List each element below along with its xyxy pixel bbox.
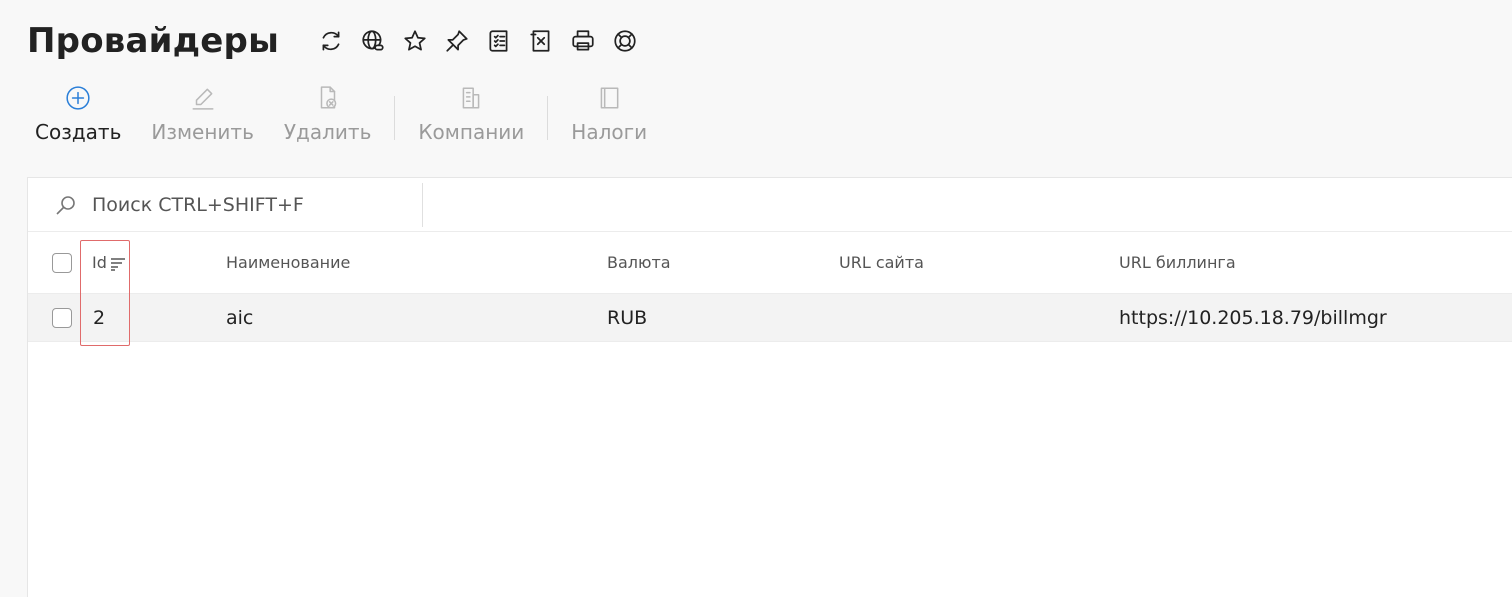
column-header-billing-url[interactable]: URL биллинга — [1119, 232, 1236, 293]
search-input[interactable] — [90, 192, 394, 217]
row-checkbox[interactable] — [52, 307, 72, 328]
list-panel: Id Наименование Валюта URL сайта URL бил… — [27, 177, 1512, 597]
building-icon — [457, 84, 485, 112]
cell-id: 2 — [93, 306, 106, 329]
delete-file-icon — [314, 84, 342, 112]
book-icon — [595, 84, 623, 112]
create-button[interactable]: Создать — [20, 84, 136, 144]
taxes-button[interactable]: Налоги — [556, 84, 662, 144]
taxes-button-label: Налоги — [571, 120, 648, 144]
table-row[interactable]: 2 aic RUB https://10.205.18.79/billmgr — [28, 294, 1512, 342]
select-all-checkbox[interactable] — [52, 252, 72, 273]
cell-name: aic — [226, 306, 254, 329]
table-header: Id Наименование Валюта URL сайта URL бил… — [28, 232, 1512, 294]
column-header-id[interactable]: Id — [92, 232, 127, 293]
star-icon[interactable] — [399, 25, 431, 57]
search-bar — [28, 178, 1512, 232]
pencil-icon — [189, 84, 217, 112]
globe-link-icon[interactable] — [357, 25, 389, 57]
cell-billing-url: https://10.205.18.79/billmgr — [1119, 306, 1387, 329]
toolbar: Создать Изменить Удалить Компании Налоги — [20, 84, 662, 154]
cell-currency: RUB — [607, 306, 648, 329]
search-box — [28, 182, 423, 227]
title-icons — [315, 25, 641, 57]
row-select-cell — [52, 294, 72, 341]
delete-button-label: Удалить — [283, 120, 372, 144]
delete-button[interactable]: Удалить — [269, 84, 387, 144]
column-header-id-label: Id — [92, 253, 107, 272]
column-header-site-url[interactable]: URL сайта — [839, 232, 924, 293]
edit-button-label: Изменить — [151, 120, 254, 144]
toolbar-divider — [547, 96, 549, 140]
excel-export-icon[interactable] — [525, 25, 557, 57]
companies-button-label: Компании — [418, 120, 525, 144]
companies-button[interactable]: Компании — [403, 84, 539, 144]
create-button-label: Создать — [35, 120, 122, 144]
sort-icon — [109, 254, 127, 272]
checklist-icon[interactable] — [483, 25, 515, 57]
refresh-icon[interactable] — [315, 25, 347, 57]
plus-circle-icon — [64, 84, 92, 112]
column-header-currency[interactable]: Валюта — [607, 232, 671, 293]
page-title: Провайдеры — [27, 21, 280, 61]
toolbar-divider — [394, 96, 396, 140]
print-icon[interactable] — [567, 25, 599, 57]
title-row: Провайдеры — [27, 18, 641, 64]
help-lifebuoy-icon[interactable] — [609, 25, 641, 57]
edit-button[interactable]: Изменить — [136, 84, 269, 144]
column-header-name[interactable]: Наименование — [226, 232, 350, 293]
search-icon — [56, 195, 75, 215]
pin-icon[interactable] — [441, 25, 473, 57]
select-all-cell — [52, 232, 72, 293]
